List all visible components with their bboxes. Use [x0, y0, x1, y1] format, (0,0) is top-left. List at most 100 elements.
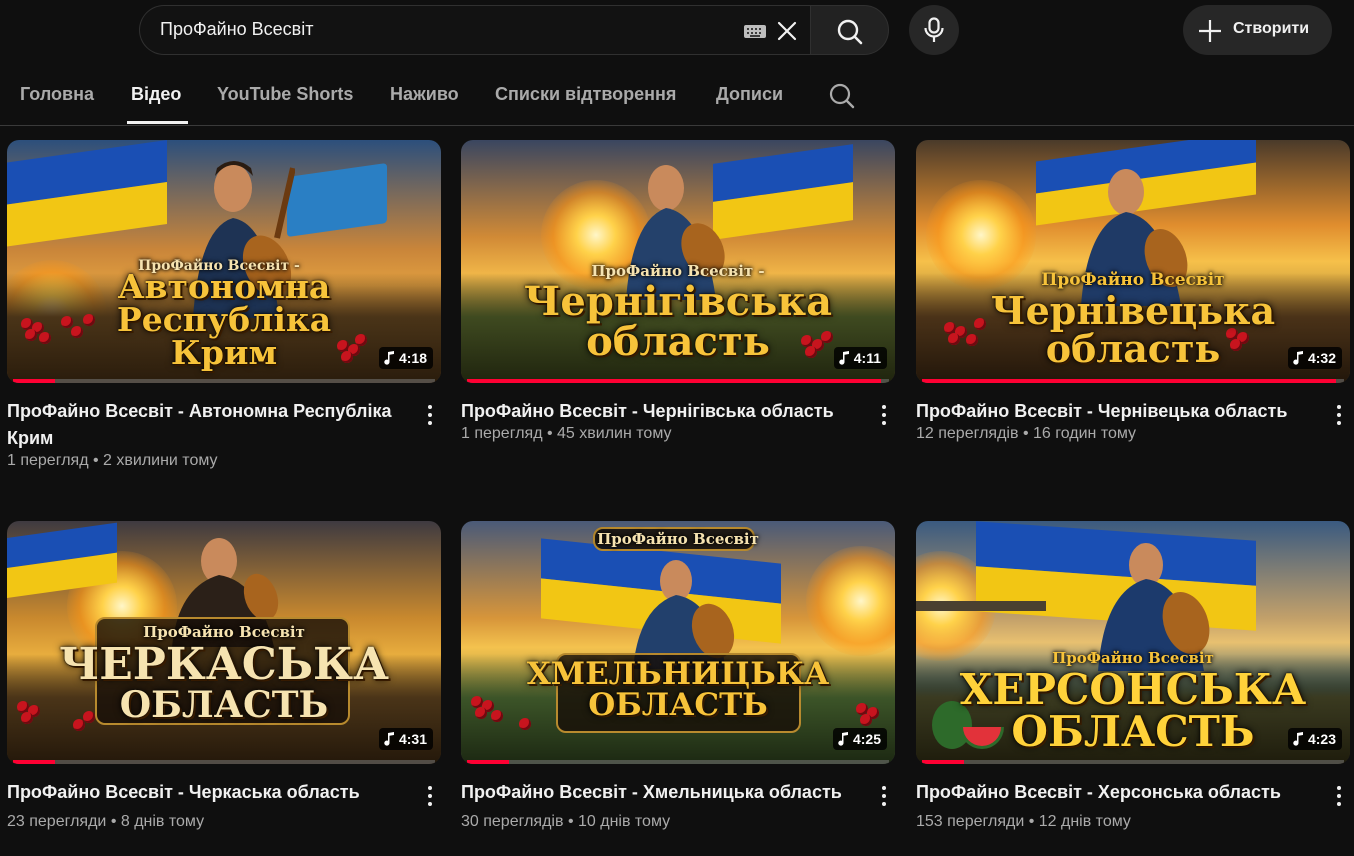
- video-thumbnail[interactable]: ПроФайно Всесвіт Чернівецька область 4:3…: [916, 140, 1350, 383]
- search-icon: [837, 19, 863, 45]
- video-card[interactable]: ПроФайно Всесвіт - Автономна Республіка …: [7, 140, 441, 473]
- more-vert-icon[interactable]: [423, 784, 437, 808]
- more-vert-icon[interactable]: [1332, 784, 1346, 808]
- more-vert-icon[interactable]: [1332, 403, 1346, 427]
- video-details: ПроФайно Всесвіт - Черкаська область 23 …: [7, 764, 441, 854]
- create-label: Створити: [1233, 20, 1310, 37]
- music-note-icon: [838, 732, 848, 746]
- keyboard-icon[interactable]: [744, 25, 766, 38]
- thumbnail-title-line: ОБЛАСТЬ: [588, 687, 768, 723]
- thumbnail-title-text: ХМЕЛЬНИЦЬКА ОБЛАСТЬ: [461, 659, 895, 721]
- video-stats: 1 перегляд • 45 хвилин тому: [461, 425, 672, 443]
- video-stats: 153 перегляди • 12 днів тому: [916, 813, 1131, 831]
- video-thumbnail[interactable]: ПроФайно Всесвіт ХМЕЛЬНИЦЬКА ОБЛАСТЬ 4:2…: [461, 521, 895, 764]
- search-query[interactable]: ПроФайно Всесвіт: [160, 19, 313, 40]
- thumbnail-title-line: ОБЛАСТЬ: [119, 684, 329, 726]
- upload-age: 16 годин тому: [1032, 425, 1137, 442]
- video-thumbnail[interactable]: ПроФайно Всесвіт - Автономна Республіка …: [7, 140, 441, 383]
- thumbnail-title-line: ЧЕРКАСЬКА: [59, 639, 389, 690]
- video-title[interactable]: ПроФайно Всесвіт - Автономна Республіка …: [7, 398, 407, 452]
- create-button[interactable]: Створити: [1183, 5, 1332, 55]
- search-button[interactable]: [810, 5, 889, 55]
- thumbnail-title-text: ЧЕРКАСЬКА ОБЛАСТЬ: [7, 639, 441, 726]
- duration-text: 4:11: [853, 350, 881, 366]
- tab-home[interactable]: Головна: [20, 84, 94, 105]
- more-vert-icon[interactable]: [877, 784, 891, 808]
- stats-separator: •: [546, 425, 558, 442]
- channel-tabs: Головна Відео YouTube Shorts Наживо Спис…: [0, 66, 1354, 126]
- music-note-icon: [1293, 732, 1303, 746]
- clear-icon[interactable]: [776, 20, 798, 42]
- duration-badge: 4:23: [1287, 728, 1342, 750]
- thumbnail-title-text: Чернігівська область: [461, 282, 895, 362]
- thumbnail-title-line: Чернігівська: [523, 278, 833, 325]
- thumbnail-title-text: Чернівецька область: [916, 292, 1350, 368]
- video-card[interactable]: ПроФайно Всесвіт - Чернігівська область …: [461, 140, 895, 473]
- stats-separator: •: [92, 452, 104, 469]
- duration-badge: 4:11: [833, 347, 887, 369]
- masthead: ПроФайно Всесвіт Створити: [0, 0, 1354, 60]
- voice-search-button[interactable]: [909, 5, 959, 55]
- video-card[interactable]: ПроФайно Всесвіт ЧЕРКАСЬКА ОБЛАСТЬ 4:31 …: [7, 521, 441, 854]
- video-title[interactable]: ПроФайно Всесвіт - Хмельницька область: [461, 779, 861, 806]
- stats-separator: •: [567, 813, 578, 830]
- duration-badge: 4:18: [378, 347, 433, 369]
- video-title[interactable]: ПроФайно Всесвіт - Черкаська область: [7, 779, 407, 806]
- thumbnail-title-line: ОБЛАСТЬ: [1011, 707, 1255, 756]
- video-title[interactable]: ПроФайно Всесвіт - Чернігівська область: [461, 398, 861, 425]
- video-card[interactable]: ПроФайно Всесвіт Чернівецька область 4:3…: [916, 140, 1350, 473]
- thumbnail-title-text: Автономна Республіка Крим: [7, 270, 441, 369]
- thumbnail-title-line: Чернівецька: [990, 288, 1276, 333]
- video-title[interactable]: ПроФайно Всесвіт - Чернівецька область: [916, 398, 1316, 425]
- duration-text: 4:18: [398, 350, 427, 366]
- video-details: ПроФайно Всесвіт - Чернівецька область 1…: [916, 383, 1350, 473]
- video-title[interactable]: ПроФайно Всесвіт - Херсонська область: [916, 779, 1316, 806]
- video-card[interactable]: ПроФайно Всесвіт ХЕРСОНСЬКА ОБЛАСТЬ 4:23…: [916, 521, 1350, 854]
- view-count: 12 переглядів: [916, 425, 1019, 442]
- thumbnail-title-line: область: [586, 318, 770, 365]
- stats-separator: •: [1028, 813, 1039, 830]
- search-input[interactable]: ПроФайно Всесвіт: [139, 5, 811, 55]
- tab-live[interactable]: Наживо: [390, 84, 459, 105]
- view-count: 1 перегляд: [461, 425, 543, 442]
- search-icon[interactable]: [828, 82, 856, 110]
- upload-age: 10 днів тому: [577, 813, 671, 830]
- music-note-icon: [839, 351, 849, 365]
- upload-age: 45 хвилин тому: [557, 425, 672, 442]
- plus-icon: [1199, 20, 1221, 42]
- view-count: 1 перегляд: [7, 452, 89, 469]
- video-thumbnail[interactable]: ПроФайно Всесвіт - Чернігівська область …: [461, 140, 895, 383]
- upload-age: 8 днів тому: [120, 813, 205, 830]
- video-details: ПроФайно Всесвіт - Хмельницька область 3…: [461, 764, 895, 854]
- video-details: ПроФайно Всесвіт - Херсонська область 15…: [916, 764, 1350, 854]
- view-count: 153 перегляди: [916, 813, 1025, 830]
- tab-playlists[interactable]: Списки відтворення: [495, 84, 676, 105]
- video-stats: 23 перегляди • 8 днів тому: [7, 813, 204, 831]
- video-thumbnail[interactable]: ПроФайно Всесвіт ХЕРСОНСЬКА ОБЛАСТЬ 4:23: [916, 521, 1350, 764]
- tab-posts[interactable]: Дописи: [716, 84, 783, 105]
- thumbnail-title-text: ХЕРСОНСЬКА ОБЛАСТЬ: [916, 669, 1350, 753]
- more-vert-icon[interactable]: [423, 403, 437, 427]
- thumbnail-title-line: Автономна: [117, 267, 331, 306]
- stats-separator: •: [1022, 425, 1033, 442]
- mic-icon: [924, 17, 944, 42]
- video-card[interactable]: ПроФайно Всесвіт ХМЕЛЬНИЦЬКА ОБЛАСТЬ 4:2…: [461, 521, 895, 854]
- video-thumbnail[interactable]: ПроФайно Всесвіт ЧЕРКАСЬКА ОБЛАСТЬ 4:31: [7, 521, 441, 764]
- stats-separator: •: [110, 813, 121, 830]
- bridge: [916, 601, 1046, 611]
- tab-shorts[interactable]: YouTube Shorts: [217, 84, 353, 105]
- thumbnail-title-line: Республіка: [116, 300, 332, 339]
- duration-text: 4:31: [398, 731, 427, 747]
- video-details: ПроФайно Всесвіт - Автономна Республіка …: [7, 383, 441, 473]
- thumbnail-brand-text: ПроФайно Всесвіт: [597, 530, 759, 548]
- video-details: ПроФайно Всесвіт - Чернігівська область …: [461, 383, 895, 473]
- thumbnail-title-line: ХМЕЛЬНИЦЬКА: [526, 656, 830, 692]
- thumbnail-title-line: ХЕРСОНСЬКА: [959, 665, 1307, 714]
- duration-badge: 4:25: [832, 728, 887, 750]
- upload-age: 2 хвилини тому: [103, 452, 218, 469]
- more-vert-icon[interactable]: [877, 403, 891, 427]
- music-note-icon: [384, 351, 394, 365]
- video-stats: 1 перегляд • 2 хвилини тому: [7, 452, 218, 470]
- tab-videos[interactable]: Відео: [131, 84, 181, 105]
- music-note-icon: [384, 732, 394, 746]
